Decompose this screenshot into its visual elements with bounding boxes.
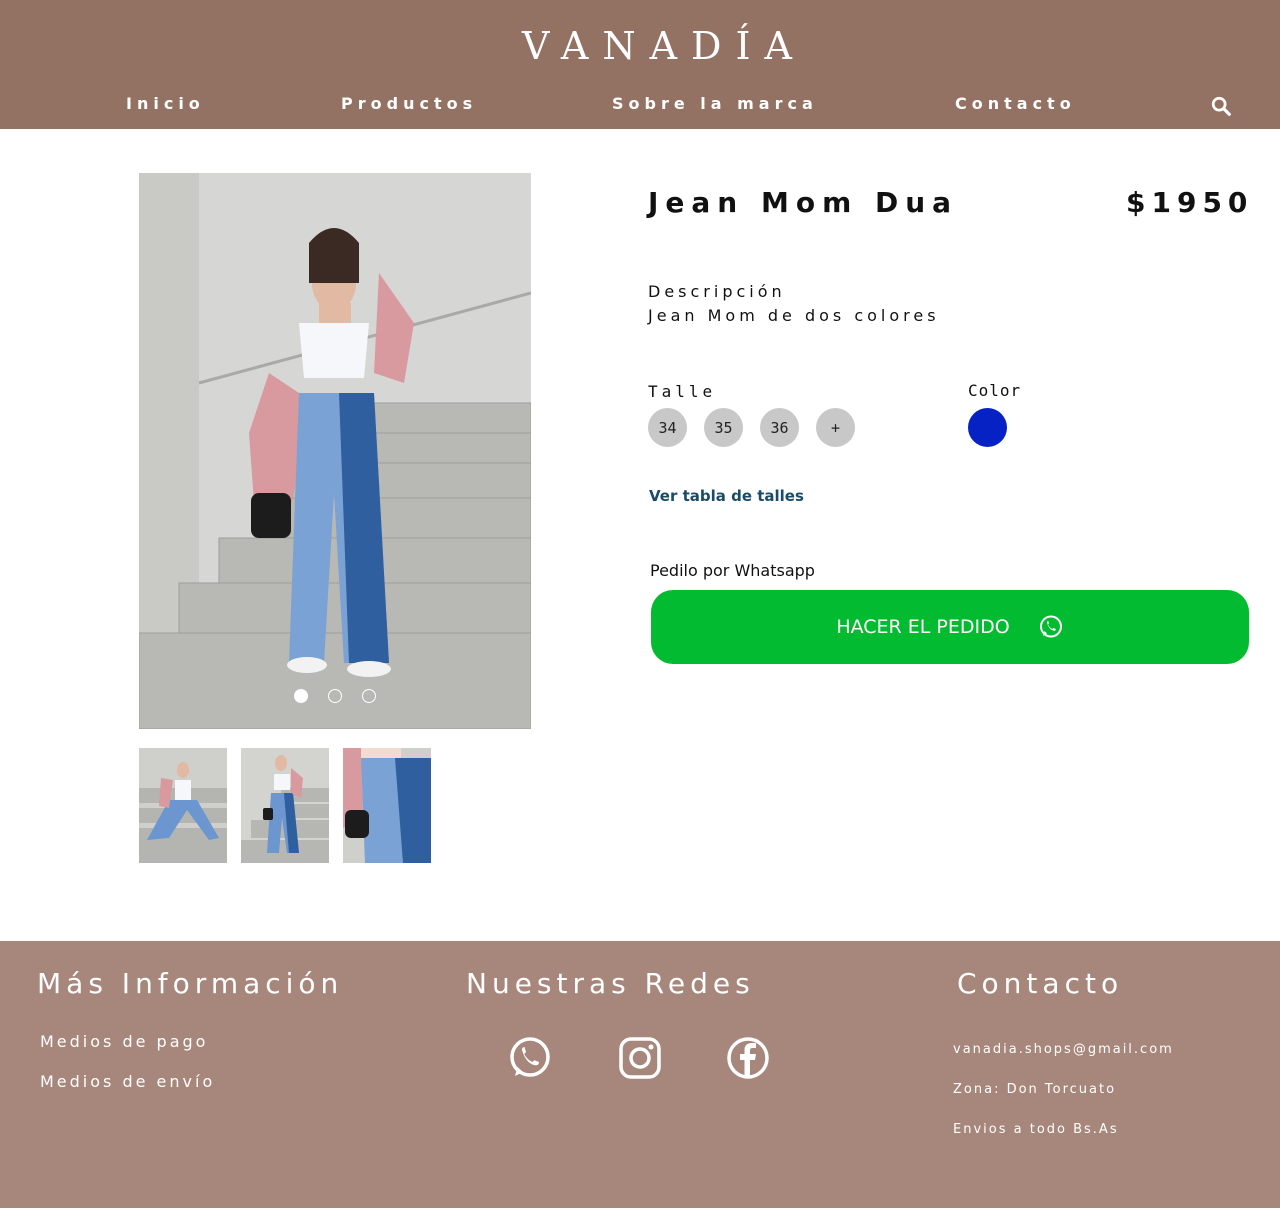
carousel-dots bbox=[139, 689, 531, 703]
site-header: VANADÍA Inicio Productos Sobre la marca … bbox=[0, 0, 1280, 129]
carousel-dot-2[interactable] bbox=[328, 689, 342, 703]
order-button[interactable]: HACER EL PEDIDO bbox=[651, 590, 1249, 664]
description-text: Jean Mom de dos colores bbox=[648, 306, 940, 325]
size-chart-link[interactable]: Ver tabla de talles bbox=[649, 487, 804, 505]
footer-contact-heading: Contacto bbox=[957, 967, 1124, 1000]
footer-email[interactable]: vanadia.shops@gmail.com bbox=[953, 1042, 1174, 1057]
nav-inicio[interactable]: Inicio bbox=[126, 94, 205, 113]
instagram-icon[interactable] bbox=[617, 1035, 663, 1081]
order-button-label: HACER EL PEDIDO bbox=[836, 616, 1010, 638]
thumbnail-2[interactable] bbox=[241, 748, 329, 863]
footer-zone: Zona: Don Torcuato bbox=[953, 1082, 1117, 1097]
search-icon[interactable] bbox=[1210, 95, 1232, 117]
site-footer: Más Información Medios de pago Medios de… bbox=[0, 941, 1280, 1208]
nav-contacto[interactable]: Contacto bbox=[955, 94, 1076, 113]
footer-link-medios-de-pago[interactable]: Medios de pago bbox=[40, 1032, 208, 1051]
footer-info-heading: Más Información bbox=[37, 967, 344, 1000]
footer-shipping: Envios a todo Bs.As bbox=[953, 1122, 1119, 1137]
size-option-35[interactable]: 35 bbox=[704, 408, 743, 447]
thumbnail-1[interactable] bbox=[139, 748, 227, 863]
size-option-more[interactable]: + bbox=[816, 408, 855, 447]
nav-sobre-la-marca[interactable]: Sobre la marca bbox=[612, 94, 818, 113]
product-title: Jean Mom Dua bbox=[648, 186, 959, 219]
facebook-icon[interactable] bbox=[725, 1035, 771, 1081]
thumbnail-3[interactable] bbox=[343, 748, 431, 863]
product-main-image[interactable] bbox=[139, 173, 531, 729]
description-label: Descripción bbox=[648, 282, 786, 301]
whatsapp-icon bbox=[1039, 615, 1062, 638]
size-label: Talle bbox=[648, 382, 717, 401]
whatsapp-icon[interactable] bbox=[507, 1035, 553, 1081]
size-option-36[interactable]: 36 bbox=[760, 408, 799, 447]
whatsapp-order-label: Pedilo por Whatsapp bbox=[650, 561, 815, 580]
carousel-dot-1[interactable] bbox=[294, 689, 308, 703]
color-swatch-blue[interactable] bbox=[968, 408, 1007, 447]
footer-social-heading: Nuestras Redes bbox=[466, 967, 755, 1000]
brand-logo[interactable]: VANADÍA bbox=[0, 24, 1280, 68]
footer-link-medios-de-envio[interactable]: Medios de envío bbox=[40, 1072, 215, 1091]
product-photo bbox=[139, 173, 531, 729]
carousel-dot-3[interactable] bbox=[362, 689, 376, 703]
color-label: Color bbox=[968, 381, 1022, 400]
product-price: $1950 bbox=[1126, 186, 1254, 219]
nav-productos[interactable]: Productos bbox=[341, 94, 477, 113]
size-option-34[interactable]: 34 bbox=[648, 408, 687, 447]
